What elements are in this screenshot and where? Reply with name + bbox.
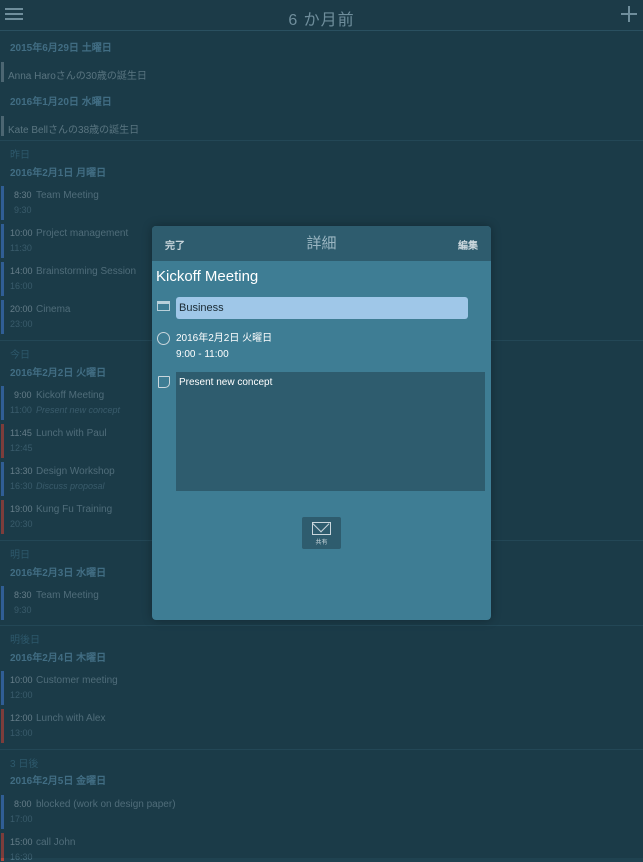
note-field[interactable]: Present new concept bbox=[176, 372, 485, 491]
edit-button[interactable]: 編集 bbox=[458, 237, 478, 252]
mail-icon bbox=[312, 522, 331, 535]
popover-title: 詳細 bbox=[306, 235, 337, 252]
share-button[interactable]: 共有 bbox=[302, 517, 341, 549]
page-title: 6 か月前 bbox=[288, 12, 355, 29]
note-icon bbox=[158, 376, 170, 388]
event-date: 2016年2月2日 火曜日 bbox=[176, 333, 273, 344]
add-icon[interactable] bbox=[621, 6, 637, 22]
calendar-icon bbox=[157, 301, 170, 311]
clock-icon bbox=[157, 332, 170, 345]
share-label: 共有 bbox=[315, 540, 328, 546]
top-bar: 6 か月前 bbox=[0, 0, 643, 31]
event-name: Kickoff Meeting bbox=[156, 268, 259, 285]
event-detail-popover: 完了 詳細 編集 Kickoff Meeting Business 2016年2… bbox=[152, 226, 491, 620]
event-time: 9:00 - 11:00 bbox=[176, 349, 229, 360]
calendar-selector[interactable]: Business bbox=[176, 297, 468, 319]
popover-header: 完了 詳細 編集 bbox=[152, 226, 491, 261]
